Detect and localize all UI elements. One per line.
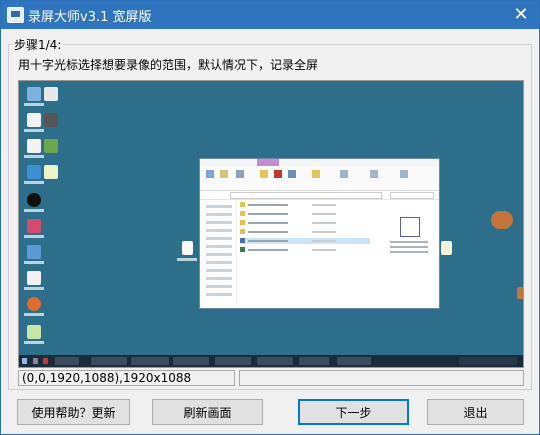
explorer-preview-pane [390,217,432,257]
desktop-icon [27,325,41,339]
refresh-screen-button[interactable]: 刷新画面 [152,399,263,425]
taskbar-thumbnail [19,355,523,367]
desktop-icon [44,87,58,101]
coordinates-status: (0,0,1920,1088),1920x1088 [18,370,235,386]
close-icon[interactable]: ✕ [503,1,539,29]
desktop-file-icon [182,241,193,255]
window-title: 录屏大师v3.1 宽屏版 [28,10,152,25]
step-label: 步骤1/4: [12,36,64,53]
desktop-icon-label [24,261,44,264]
desktop-icon [44,165,58,179]
desktop-icon [27,219,41,233]
help-update-button[interactable]: 使用帮助？更新 [17,399,130,425]
desktop-icon [27,113,41,127]
next-step-button[interactable]: 下一步 [298,399,409,425]
desktop-icon [44,139,58,153]
desktop-icon-label [24,181,44,184]
mascot-icon [491,211,513,229]
desktop-icon-label [24,287,44,290]
desktop-file-icon [441,241,452,255]
mascot-icon [517,287,523,299]
exit-button[interactable]: 退出 [427,399,524,425]
desktop-icon [27,87,41,101]
firefox-icon [27,297,41,311]
explorer-window-thumbnail [199,158,440,309]
desktop-icon-label [24,155,44,158]
desktop-icon [27,165,41,179]
title-bar[interactable]: 录屏大师v3.1 宽屏版 ✕ [1,1,539,29]
desktop-icon [27,139,41,153]
explorer-file-list [240,202,370,256]
desktop-icon [27,271,41,285]
desktop-icon-label [24,129,44,132]
explorer-address-bar [200,191,439,200]
desktop-icon-label [24,341,44,344]
desktop-icon-label [24,209,44,212]
explorer-nav-pane [200,200,237,304]
desktop-icon [44,113,58,127]
desktop-icon-label [24,313,44,316]
instruction-text: 用十字光标选择想要录像的范围，默认情况下，记录全屏 [18,58,319,72]
secondary-status [239,370,524,386]
coordinates-text: (0,0,1920,1088),1920x1088 [22,371,192,385]
desktop-icon-label [24,235,44,238]
explorer-titlebar [200,159,439,166]
desktop-icon-label [24,103,44,106]
desktop-icon [27,245,41,259]
app-icon [7,7,24,23]
screen-preview[interactable] [18,80,524,368]
explorer-ribbon [200,166,439,191]
start-icon [22,358,27,364]
desktop-icon-label [177,258,197,261]
qq-icon [27,193,41,207]
